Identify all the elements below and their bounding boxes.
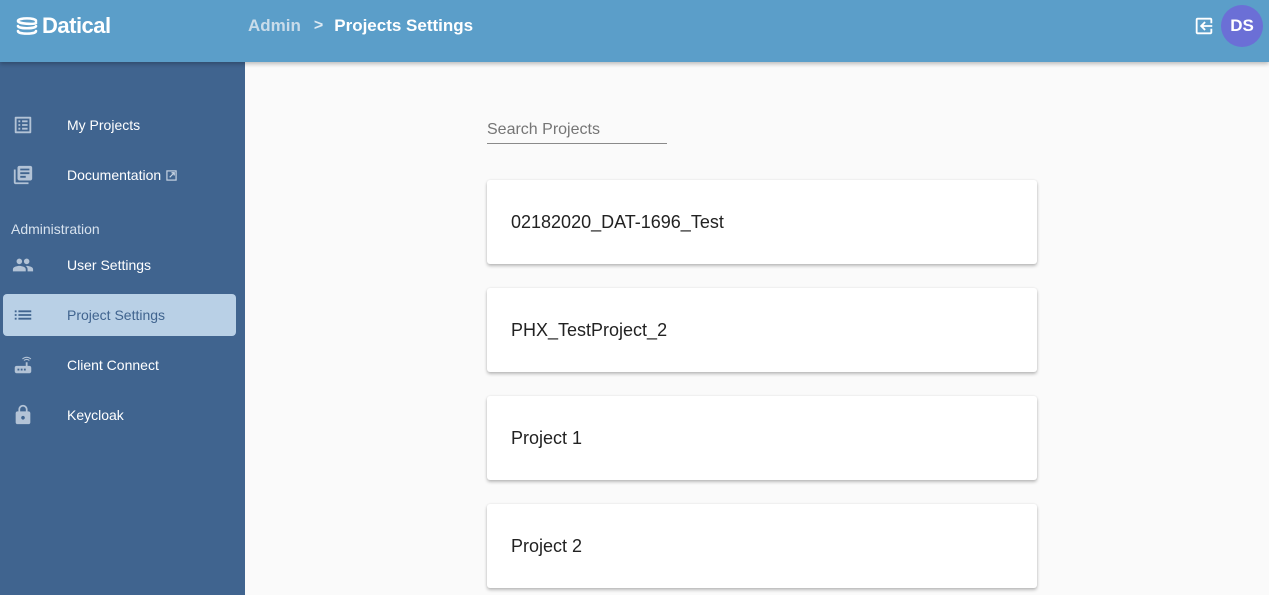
exit-to-app-icon [1195, 17, 1213, 35]
sidebar-item-client-connect[interactable]: Client Connect [3, 344, 236, 386]
chevron-right-icon: > [313, 17, 324, 34]
external-link-icon [166, 170, 177, 181]
library-books-icon [12, 164, 34, 186]
sidebar-item-my-projects[interactable]: My Projects [3, 104, 236, 146]
search-projects-input[interactable] [487, 117, 667, 144]
user-avatar[interactable]: DS [1221, 5, 1263, 47]
list-icon [12, 304, 34, 326]
project-name: PHX_TestProject_2 [511, 319, 668, 340]
main-content: 02182020_DAT-1696_Test PHX_TestProject_2… [245, 62, 1269, 595]
datical-logo[interactable]: Datical [15, 13, 111, 39]
list-alt-icon [12, 114, 34, 136]
lock-icon [12, 404, 34, 426]
sidebar-item-label: Client Connect [67, 357, 159, 373]
sidebar-item-label: Project Settings [67, 307, 166, 323]
sidebar-item-documentation[interactable]: Documentation [3, 154, 236, 196]
sidebar-item-user-settings[interactable]: User Settings [3, 244, 236, 286]
top-app-bar: Datical Admin > Projects Settings DS [0, 0, 1269, 62]
breadcrumb: Admin > Projects Settings [248, 16, 473, 36]
documentation-label: Documentation [67, 167, 162, 183]
breadcrumb-current: Projects Settings [334, 16, 474, 35]
project-name: 02182020_DAT-1696_Test [511, 211, 724, 232]
sidebar-item-label: My Projects [67, 117, 141, 133]
project-name: Project 1 [511, 427, 583, 448]
router-icon [12, 354, 34, 376]
project-card[interactable]: Project 1 [487, 396, 1037, 480]
section-title-administration: Administration [11, 221, 100, 237]
project-name: Project 2 [511, 535, 583, 556]
sidebar-item-label: User Settings [67, 257, 152, 273]
logout-button[interactable] [1193, 15, 1215, 37]
logo-text: Datical [42, 13, 111, 38]
sidebar-item-project-settings[interactable]: Project Settings [3, 294, 236, 336]
datical-logo-icon [16, 17, 38, 35]
sidebar-item-label: Documentation [67, 167, 177, 183]
project-card[interactable]: Project 2 [487, 504, 1037, 588]
sidebar-item-label: Keycloak [67, 407, 124, 423]
sidebar: My Projects Documentation Administration… [0, 62, 245, 595]
people-icon [12, 254, 34, 276]
sidebar-item-keycloak[interactable]: Keycloak [3, 394, 236, 436]
project-card[interactable]: 02182020_DAT-1696_Test [487, 180, 1037, 264]
project-card[interactable]: PHX_TestProject_2 [487, 288, 1037, 372]
breadcrumb-admin[interactable]: Admin [248, 16, 301, 36]
